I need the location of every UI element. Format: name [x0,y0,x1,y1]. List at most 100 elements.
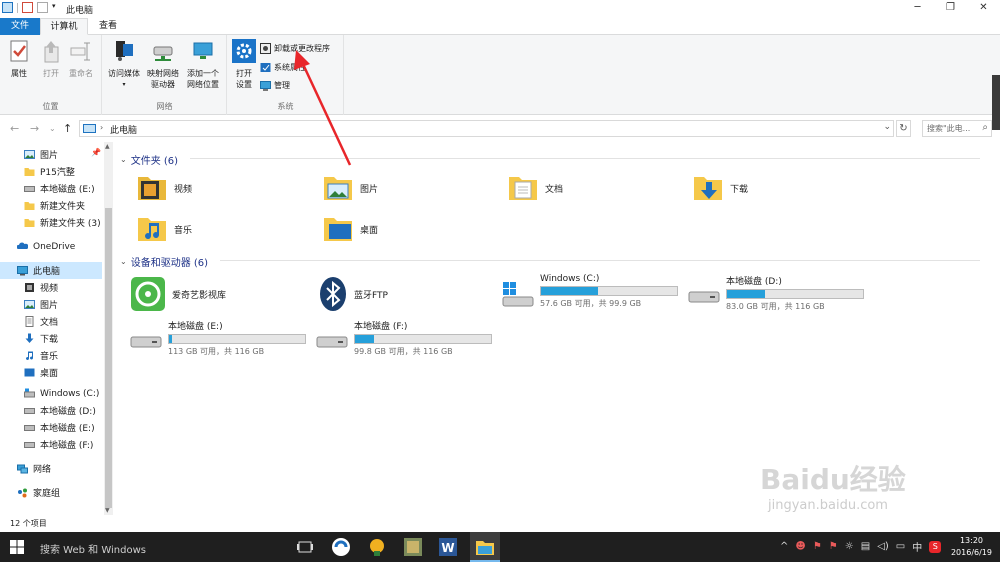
tab-file[interactable]: 文件 [0,18,40,35]
folder-downloads[interactable]: 下载 [692,172,748,204]
minimize-button[interactable]: ─ [901,0,934,16]
word-icon[interactable]: W [437,536,459,558]
taskbar-search[interactable]: 搜索 Web 和 Windows [40,541,146,556]
show-hidden-icons-icon[interactable]: ^ [780,541,788,552]
sidebar-item-music[interactable]: 音乐 [0,347,102,364]
sogou-browser-icon[interactable] [330,536,352,558]
photo-viewer-icon[interactable] [402,536,424,558]
properties-label: 属性 [11,69,27,78]
sidebar-item-label: 本地磁盘 (F:) [40,441,94,451]
drive-d[interactable]: 本地磁盘 (D:) 83.0 GB 可用，共 116 GB [688,274,864,312]
sidebar-scrollbar-thumb[interactable] [105,208,112,508]
folder-desktop[interactable]: 桌面 [322,213,378,245]
collapse-chevron-icon[interactable]: ⌄ [120,155,127,164]
scroll-down-icon[interactable]: ▼ [105,507,110,514]
address-dropdown-icon[interactable]: ⌄ [883,122,891,132]
drive-icon [130,336,162,348]
uninstall-program-button[interactable]: 卸载或更改程序 [260,43,330,54]
sidebar-item-new-folder-3[interactable]: 新建文件夹 (3) [0,214,102,231]
sidebar-item-network[interactable]: 网络 [0,460,102,477]
properties-icon[interactable] [22,2,33,13]
collapse-chevron-icon[interactable]: ⌄ [120,257,127,266]
drive-e[interactable]: 本地磁盘 (E:) 113 GB 可用，共 116 GB [130,319,306,357]
search-input[interactable]: 搜索"此电... ⌕ [922,120,992,137]
qat-dropdown-icon[interactable]: ▾ [52,2,58,13]
sidebar-item-drive-f[interactable]: 本地磁盘 (F:) [0,436,102,453]
folder-music[interactable]: 音乐 [136,213,192,245]
new-folder-icon[interactable] [37,2,48,13]
app-bluetooth-ftp[interactable]: 蓝牙FTP [318,276,388,312]
app-label: 蓝牙FTP [354,290,388,301]
breadcrumb-chevron-icon[interactable]: › [100,123,103,132]
file-explorer-icon[interactable] [474,536,496,558]
security-icon[interactable]: ⚑ [813,541,822,552]
recent-dropdown-icon[interactable]: ⌄ [49,124,56,133]
forward-button[interactable]: → [30,122,39,135]
sidebar-item-drive-e[interactable]: 本地磁盘 (E:) [0,419,102,436]
windows-start-icon[interactable] [10,540,24,554]
sidebar-item-new-folder[interactable]: 新建文件夹 [0,197,102,214]
sidebar-item-this-pc[interactable]: 此电脑 [0,262,102,279]
sidebar-item-videos[interactable]: 视频 [0,279,102,296]
ime-indicator[interactable]: 中 [912,539,922,554]
system-properties-label: 系统属性 [274,63,306,72]
network-icon[interactable]: ▤ [861,541,870,552]
tray-app-2-icon[interactable]: ☼ [845,541,854,552]
breadcrumb[interactable]: 此电脑 [110,123,137,136]
rename-icon [70,42,90,61]
volume-icon[interactable]: ◁) [877,541,889,552]
sidebar-item-label: 网络 [33,465,52,475]
drive-f[interactable]: 本地磁盘 (F:) 99.8 GB 可用，共 116 GB [316,319,492,357]
svg-text:W: W [441,541,454,555]
sidebar-item-onedrive[interactable]: OneDrive [0,238,102,255]
back-button[interactable]: ← [10,122,19,135]
manage-button[interactable]: 管理 [260,80,290,91]
action-center-icon[interactable]: ▭ [896,541,905,552]
drive-c[interactable]: Windows (C:) 57.6 GB 可用，共 99.9 GB [502,274,678,312]
devices-section-header[interactable]: ⌄ 设备和驱动器 (6) [120,254,208,269]
pin-icon[interactable]: 📌 [91,148,101,157]
sidebar-item-pictures-pinned[interactable]: 图片 [0,146,102,163]
sidebar-item-homegroup[interactable]: 家庭组 [0,484,102,501]
folder-documents[interactable]: 文档 [507,172,563,204]
taskbar-clock[interactable]: 13:20 2016/6/19 [951,535,992,559]
sidebar-item-p15[interactable]: P15汽整 [0,163,102,180]
sidebar-item-drive-d[interactable]: 本地磁盘 (D:) [0,402,102,419]
close-button[interactable]: ✕ [967,0,1000,16]
address-bar[interactable]: › 此电脑 ⌄ [79,120,894,137]
maximize-button[interactable]: ❐ [934,0,967,16]
add-network-location-button[interactable]: 添加一个 网络位置 [183,39,223,90]
folder-videos[interactable]: 视频 [136,172,192,204]
app-iqiyi[interactable]: 爱奇艺影视库 [130,276,226,312]
tray-app-icon[interactable]: ⚑ [829,541,838,552]
folders-section-header[interactable]: ⌄ 文件夹 (6) [120,152,178,167]
sidebar-item-drive-c[interactable]: Windows (C:) [0,385,102,402]
drive-icon [24,186,35,192]
sidebar-item-documents[interactable]: 文档 [0,313,102,330]
properties-button[interactable]: 属性 [6,39,32,79]
up-button[interactable]: ↑ [63,122,72,135]
open-button[interactable]: 打开 [38,39,64,79]
scroll-up-icon[interactable]: ▲ [105,143,110,150]
sidebar-item-pictures[interactable]: 图片 [0,296,102,313]
tab-computer[interactable]: 计算机 [40,18,88,35]
app-mascot-icon[interactable] [366,536,388,558]
access-media-button[interactable]: 访问媒体 ▾ [105,39,143,90]
sidebar-item-downloads[interactable]: 下载 [0,330,102,347]
folder-pictures[interactable]: 图片 [322,172,378,204]
open-settings-button[interactable]: 打开 设置 [230,39,258,90]
search-placeholder: 搜索"此电... [927,124,971,133]
task-view-icon[interactable] [294,536,316,558]
tab-view[interactable]: 查看 [88,18,128,35]
sidebar-item-desktop[interactable]: 桌面 [0,364,102,381]
sogou-input-icon[interactable]: S [929,540,942,553]
iqiyi-icon [131,277,165,311]
user-icon[interactable]: ☻ [795,541,805,552]
sidebar-item-drive-e-pinned[interactable]: 本地磁盘 (E:) [0,180,102,197]
system-properties-button[interactable]: 系统属性 [260,62,306,73]
pc-icon [2,2,13,13]
map-drive-button[interactable]: 映射网络 驱动器 [143,39,183,90]
rename-button[interactable]: 重命名 [66,39,96,79]
refresh-button[interactable]: ↻ [896,120,911,137]
folders-header-label: 文件夹 (6) [130,156,179,167]
